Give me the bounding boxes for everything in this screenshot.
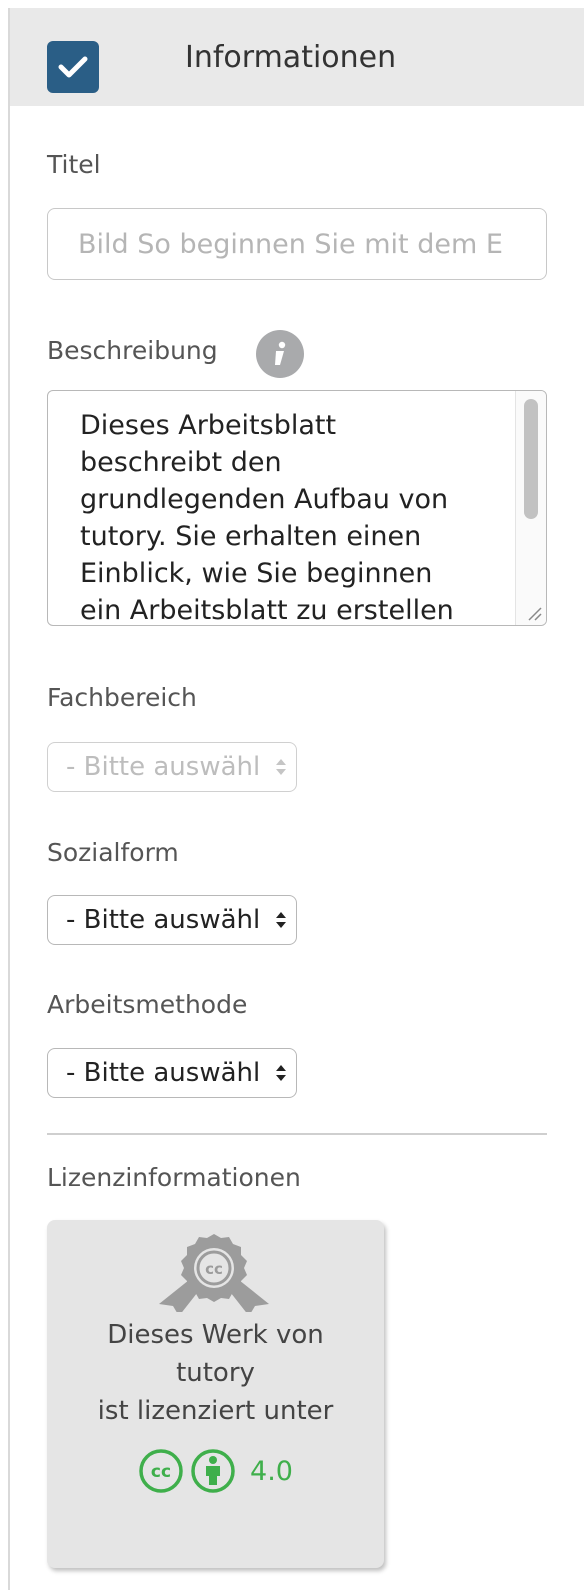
sozialform-select[interactable]: - Bitte auswählen -	[47, 895, 297, 945]
select-arrows-icon	[274, 896, 288, 944]
resize-grip-icon[interactable]	[525, 604, 543, 622]
titel-label: Titel	[47, 150, 101, 179]
info-icon[interactable]	[256, 330, 304, 378]
lizenz-label: Lizenzinformationen	[47, 1163, 301, 1192]
fachbereich-selected: - Bitte auswählen -	[66, 752, 258, 782]
beschreibung-label: Beschreibung	[47, 336, 218, 365]
license-text: Dieses Werk von tutory ist lizenziert un…	[47, 1316, 384, 1430]
cc-badge-icon: cc	[159, 1234, 269, 1312]
informationen-checkbox[interactable]	[47, 41, 99, 93]
license-card[interactable]: cc Dieses Werk von tutory ist lizenziert…	[47, 1220, 384, 1568]
beschreibung-text: Dieses Arbeitsblatt beschreibt den grund…	[80, 410, 454, 626]
titel-input[interactable]: Bild So beginnen Sie mit dem E	[47, 208, 547, 280]
information-panel: Informationen Titel Bild So beginnen Sie…	[8, 8, 584, 1590]
scrollbar-thumb[interactable]	[524, 399, 538, 519]
section-divider	[47, 1133, 547, 1135]
select-arrows-icon	[274, 743, 288, 791]
arbeitsmethode-select[interactable]: - Bitte auswählen -	[47, 1048, 297, 1098]
sozialform-selected: - Bitte auswählen -	[66, 905, 258, 935]
svg-text:cc: cc	[151, 1462, 171, 1482]
fachbereich-select[interactable]: - Bitte auswählen -	[47, 742, 297, 792]
arbeitsmethode-label: Arbeitsmethode	[47, 990, 248, 1019]
arbeitsmethode-selected: - Bitte auswählen -	[66, 1058, 258, 1088]
checkmark-icon	[58, 56, 88, 78]
cc-icon: cc	[139, 1449, 183, 1493]
fachbereich-label: Fachbereich	[47, 683, 197, 712]
sozialform-label: Sozialform	[47, 838, 179, 867]
textarea-scrollbar[interactable]	[515, 391, 546, 625]
cc-by-attribution-icon	[191, 1449, 235, 1493]
panel-title: Informationen	[185, 40, 397, 75]
beschreibung-textarea[interactable]: Dieses Arbeitsblatt beschreibt den grund…	[47, 390, 547, 626]
license-author: tutory	[176, 1358, 255, 1388]
svg-text:cc: cc	[205, 1260, 223, 1278]
license-version: 4.0	[250, 1455, 293, 1487]
panel-header: Informationen	[10, 8, 584, 106]
select-arrows-icon	[274, 1049, 288, 1097]
license-line-3: ist lizenziert unter	[97, 1396, 334, 1426]
cc-license-badge[interactable]: cc 4.0	[47, 1448, 384, 1494]
license-line-1: Dieses Werk von	[107, 1320, 324, 1350]
